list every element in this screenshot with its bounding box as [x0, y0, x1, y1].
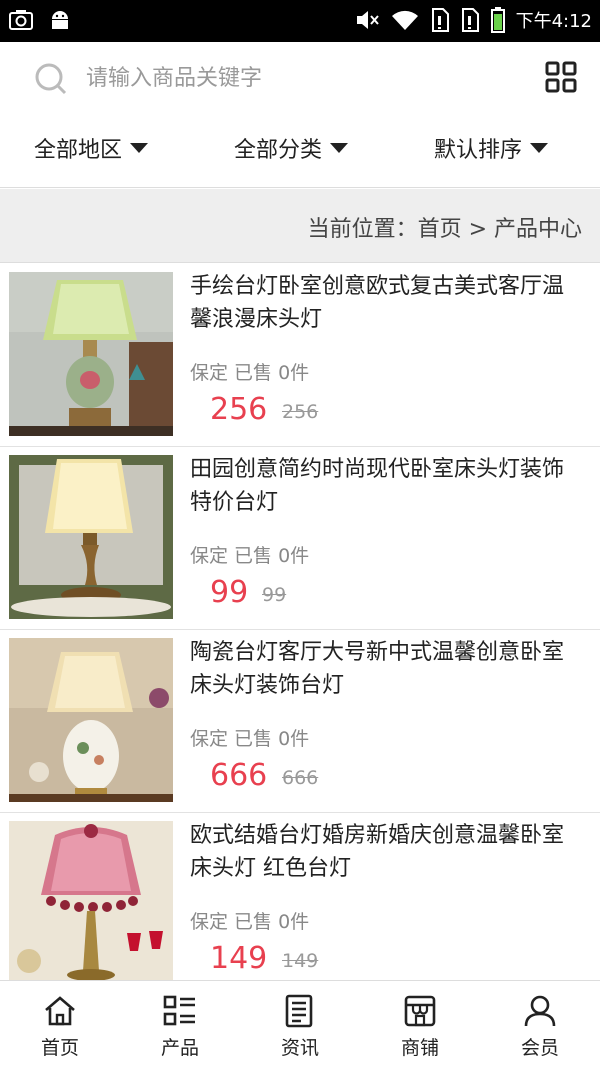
product-meta: 保定 已售 0件: [190, 545, 310, 567]
nav-home[interactable]: 首页: [0, 981, 120, 1067]
nav-member-label: 会员: [520, 1037, 559, 1059]
filter-sort-label: 默认排序: [434, 138, 523, 163]
product-old-price: 666: [282, 767, 319, 789]
product-old-price: 149: [282, 950, 319, 972]
product-title[interactable]: 手绘台灯卧室创意欧式复古美式客厅温馨浪漫床头灯: [190, 270, 580, 336]
nav-home-label: 首页: [40, 1037, 79, 1059]
product-image[interactable]: [9, 821, 173, 980]
product-old-price: 99: [262, 584, 287, 606]
member-icon: [522, 993, 558, 1033]
product-meta: 保定 已售 0件: [190, 362, 310, 384]
grid-menu-icon[interactable]: [544, 60, 578, 98]
filter-category-label: 全部分类: [234, 138, 323, 163]
nav-news[interactable]: 资讯: [240, 981, 360, 1067]
sim1-icon: [430, 7, 450, 33]
filter-category[interactable]: 全部分类: [234, 132, 349, 164]
breadcrumb-text: 当前位置：首页 > 产品中心: [307, 217, 582, 242]
nav-products[interactable]: 产品: [120, 981, 240, 1067]
search-input[interactable]: [86, 58, 506, 98]
filter-sort[interactable]: 默认排序: [434, 132, 549, 164]
filter-region[interactable]: 全部地区: [34, 132, 149, 164]
android-icon: [48, 8, 72, 32]
product-old-price: 256: [282, 401, 319, 423]
battery-icon: [490, 6, 506, 34]
shop-icon: [402, 993, 438, 1033]
screenshot-icon: [8, 8, 34, 32]
breadcrumb: 当前位置：首页 > 产品中心: [0, 189, 600, 263]
product-price: 256: [210, 392, 268, 427]
product-price: 99: [210, 575, 249, 610]
nav-shop-label: 商铺: [400, 1037, 439, 1059]
product-image[interactable]: [9, 272, 173, 436]
filter-bar: 全部地区 全部分类 默认排序: [0, 114, 600, 188]
search-icon[interactable]: [34, 62, 68, 100]
sim2-icon: [460, 7, 480, 33]
status-time: 下午4:12: [515, 11, 592, 32]
product-list-icon: [162, 993, 198, 1033]
caret-down-icon: [130, 143, 149, 153]
nav-shop[interactable]: 商铺: [360, 981, 480, 1067]
home-icon: [42, 993, 78, 1033]
news-icon: [282, 993, 318, 1033]
filter-region-label: 全部地区: [34, 138, 123, 163]
product-price: 666: [210, 758, 268, 793]
product-image[interactable]: [9, 638, 173, 802]
product-item[interactable]: 手绘台灯卧室创意欧式复古美式客厅温馨浪漫床头灯 保定 已售 0件 256 256: [0, 264, 600, 447]
caret-down-icon: [530, 143, 549, 153]
product-item[interactable]: 欧式结婚台灯婚房新婚庆创意温馨卧室床头灯 红色台灯 保定 已售 0件 149 1…: [0, 813, 600, 980]
nav-products-label: 产品: [160, 1037, 199, 1059]
product-title[interactable]: 陶瓷台灯客厅大号新中式温馨创意卧室床头灯装饰台灯: [190, 636, 580, 702]
nav-member[interactable]: 会员: [480, 981, 600, 1067]
wifi-icon: [390, 7, 420, 33]
product-title[interactable]: 欧式结婚台灯婚房新婚庆创意温馨卧室床头灯 红色台灯: [190, 819, 580, 885]
product-price: 149: [210, 941, 268, 976]
product-meta: 保定 已售 0件: [190, 911, 310, 933]
product-title[interactable]: 田园创意简约时尚现代卧室床头灯装饰特价台灯: [190, 453, 580, 519]
search-header: [0, 42, 600, 114]
product-item[interactable]: 陶瓷台灯客厅大号新中式温馨创意卧室床头灯装饰台灯 保定 已售 0件 666 66…: [0, 630, 600, 813]
product-meta: 保定 已售 0件: [190, 728, 310, 750]
caret-down-icon: [330, 143, 349, 153]
mute-icon: [354, 7, 380, 33]
product-item[interactable]: 田园创意简约时尚现代卧室床头灯装饰特价台灯 保定 已售 0件 99 99: [0, 447, 600, 630]
status-bar: 下午4:12: [0, 0, 600, 42]
nav-news-label: 资讯: [280, 1037, 319, 1059]
product-list: 手绘台灯卧室创意欧式复古美式客厅温馨浪漫床头灯 保定 已售 0件 256 256…: [0, 264, 600, 980]
bottom-nav: 首页 产品 资讯 商铺 会员: [0, 980, 600, 1067]
product-image[interactable]: [9, 455, 173, 619]
